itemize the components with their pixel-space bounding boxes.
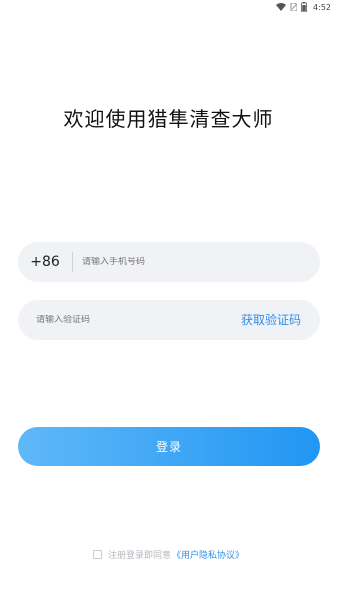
phone-field[interactable]: +86 <box>18 242 320 282</box>
agreement-row: 注册登录即同意 《用户隐私协议》 <box>0 548 337 561</box>
page-title: 欢迎使用猎隼清查大师 <box>63 107 274 131</box>
verification-code-input[interactable] <box>36 315 206 325</box>
phone-input[interactable] <box>82 257 282 267</box>
privacy-agreement-link[interactable]: 《用户隐私协议》 <box>172 548 244 561</box>
wifi-icon <box>276 3 287 11</box>
sim-icon <box>290 3 298 11</box>
field-divider <box>72 252 73 272</box>
country-code[interactable]: +86 <box>18 254 72 270</box>
login-screen: 4:52 欢迎使用猎隼清查大师 +86 获取验证码 登录 注册登录即同意 《用户… <box>0 0 337 600</box>
login-button[interactable]: 登录 <box>18 427 320 466</box>
battery-icon <box>301 2 307 12</box>
agreement-text: 注册登录即同意 <box>107 551 171 561</box>
verification-code-field[interactable]: 获取验证码 <box>18 300 320 340</box>
status-bar: 4:52 <box>0 0 337 14</box>
status-time: 4:52 <box>313 2 331 12</box>
get-code-button[interactable]: 获取验证码 <box>241 300 301 340</box>
agreement-checkbox[interactable] <box>92 550 102 559</box>
